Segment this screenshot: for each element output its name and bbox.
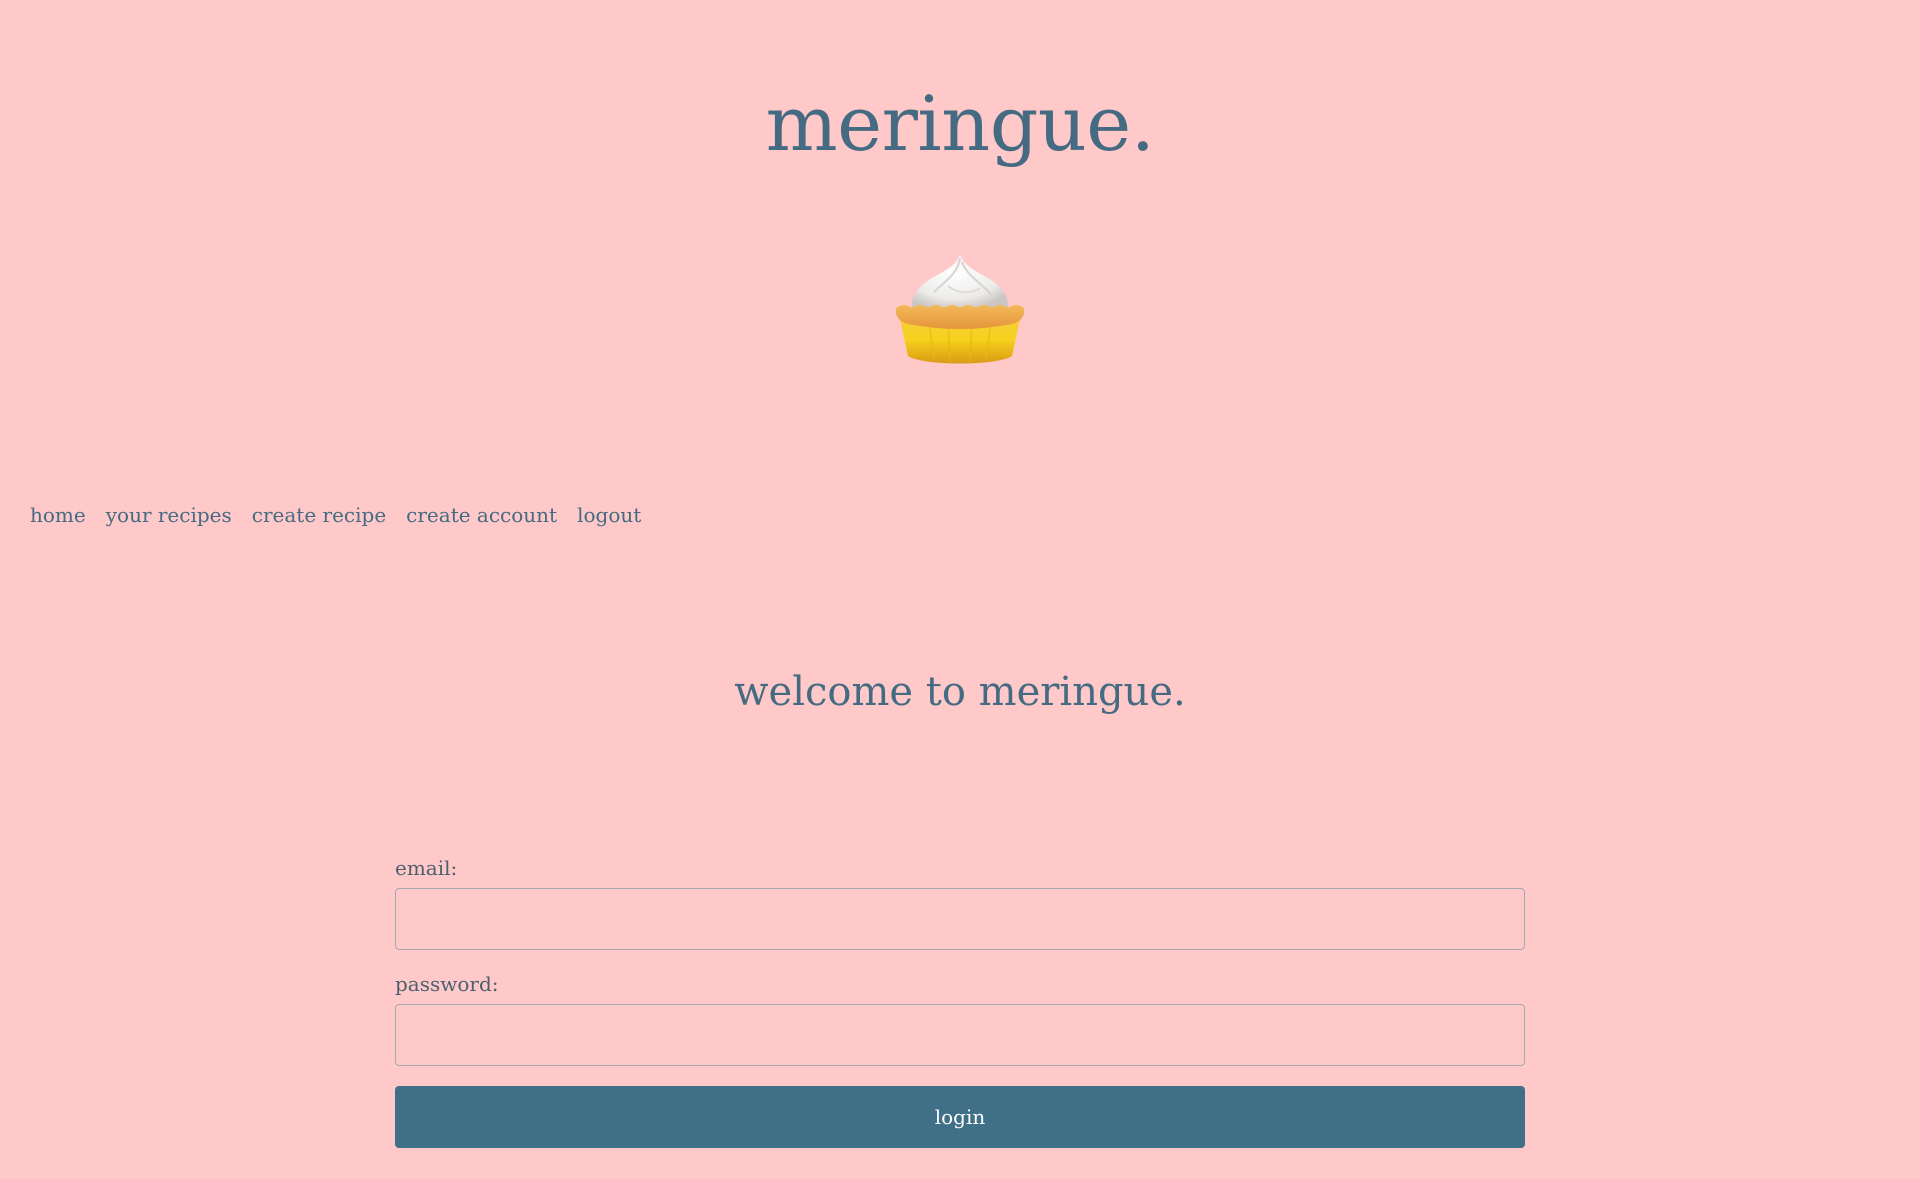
welcome-heading: welcome to meringue. <box>734 669 1186 715</box>
nav-create-account-link[interactable]: create account <box>406 502 557 528</box>
site-title: meringue. <box>765 79 1155 168</box>
password-label: password: <box>395 972 499 996</box>
email-label: email: <box>395 856 458 880</box>
password-field[interactable] <box>395 1004 1525 1066</box>
nav-home-link[interactable]: home <box>30 502 86 528</box>
nav-your-recipes-link[interactable]: your recipes <box>106 502 232 528</box>
page: meringue. home your recipes create recip… <box>0 0 1920 1179</box>
nav-create-recipe-link[interactable]: create recipe <box>252 502 386 528</box>
login-button[interactable]: login <box>395 1086 1525 1148</box>
meringue-pie-icon <box>888 248 1032 372</box>
nav-logout-link[interactable]: logout <box>577 502 641 528</box>
login-form: email: password: login <box>395 856 1525 1148</box>
email-field[interactable] <box>395 888 1525 950</box>
main-nav: home your recipes create recipe create a… <box>30 502 661 528</box>
